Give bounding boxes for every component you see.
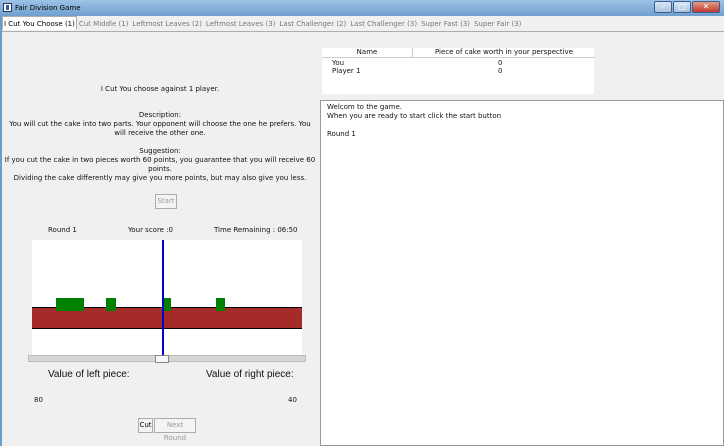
- left-piece-label: Value of left piece:: [48, 369, 130, 380]
- close-icon[interactable]: ✕: [692, 1, 720, 13]
- window-title: Fair Division Game: [15, 4, 81, 12]
- cake-canvas[interactable]: [32, 240, 302, 355]
- game-tabs: I Cut You Choose (1) Cut Middle (1) Leftmo…: [2, 16, 724, 32]
- game-log: Welcom to the game. When you are ready t…: [320, 100, 724, 446]
- window-titlebar: Fair Division Game – □ ✕: [0, 0, 724, 16]
- suggestion-title: Suggestion:: [139, 147, 181, 155]
- scores-table: Name Piece of cake worth in your perspec…: [322, 48, 595, 94]
- column-header-name: Name: [322, 48, 412, 58]
- suggestion-line: points.: [148, 165, 172, 173]
- cut-button[interactable]: Cut: [138, 418, 153, 433]
- tab-last-challenger-2[interactable]: Last Challenger (2): [277, 16, 348, 30]
- start-button[interactable]: Start: [155, 194, 177, 209]
- tab-leftmost-leaves-3[interactable]: Leftmost Leaves (3): [204, 16, 278, 30]
- cut-slider[interactable]: [28, 355, 306, 363]
- minimize-icon[interactable]: –: [654, 1, 672, 13]
- tab-last-challenger-3[interactable]: Last Challenger (3): [348, 16, 419, 30]
- app-client-area: I Cut You Choose (1) Cut Middle (1) Leftmo…: [2, 16, 724, 446]
- suggestion-line: If you cut the cake in two pieces worth …: [4, 156, 316, 164]
- description-line: will receive the other one.: [114, 129, 206, 137]
- description-line: You will cut the cake into two parts. Yo…: [9, 120, 311, 128]
- column-header-worth: Piece of cake worth in your perspective: [412, 48, 595, 58]
- tab-leftmost-leaves-2[interactable]: Leftmost Leaves (2): [130, 16, 204, 30]
- tab-i-cut-you-choose[interactable]: I Cut You Choose (1): [2, 16, 77, 30]
- topping: [106, 298, 116, 311]
- cut-line[interactable]: [162, 240, 164, 355]
- description-title: Description:: [138, 111, 182, 119]
- log-line: Welcom to the game.: [327, 103, 402, 111]
- right-piece-label: Value of right piece:: [206, 369, 294, 380]
- game-panel: I Cut You choose against 1 player. Descr…: [2, 32, 320, 446]
- row-value: 0: [498, 59, 503, 67]
- next-round-button[interactable]: Next Round: [154, 418, 196, 442]
- log-line: Round 1: [327, 130, 356, 138]
- row-value: 0: [498, 67, 503, 75]
- topping: [56, 298, 84, 311]
- topping: [216, 298, 225, 311]
- left-piece-value: 80: [34, 396, 43, 404]
- time-remaining: Time Remaining : 06:50: [214, 226, 298, 234]
- right-piece-value: 40: [288, 396, 297, 404]
- row-name: Player 1: [332, 67, 361, 75]
- round-label: Round 1: [48, 226, 77, 234]
- game-heading: I Cut You choose against 1 player.: [100, 85, 220, 93]
- tab-super-fair[interactable]: Super Fair (3): [472, 16, 523, 30]
- slider-thumb[interactable]: [155, 355, 169, 363]
- log-line: When you are ready to start click the st…: [327, 112, 502, 120]
- window-controls: – □ ✕: [653, 1, 720, 14]
- score-label: Your score :0: [128, 226, 174, 234]
- app-icon: [3, 3, 12, 12]
- suggestion-line: Dividing the cake differently may give y…: [13, 174, 307, 182]
- tab-cut-middle[interactable]: Cut Middle (1): [77, 16, 131, 30]
- row-name: You: [332, 59, 345, 67]
- maximize-icon[interactable]: □: [673, 1, 691, 13]
- tab-super-fast[interactable]: Super Fast (3): [419, 16, 472, 30]
